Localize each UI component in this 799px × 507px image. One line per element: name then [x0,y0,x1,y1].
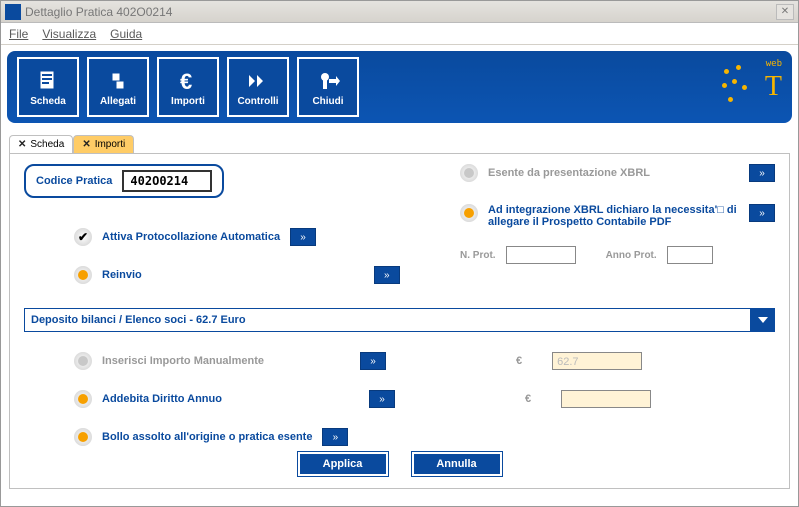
document-icon [35,68,61,94]
close-icon: ✕ [82,139,90,150]
toolbar-importi-button[interactable]: € Importi [157,57,219,117]
input-anno-prot[interactable] [667,246,713,264]
input-n-prot[interactable] [506,246,576,264]
annulla-button[interactable]: Annulla [412,452,502,476]
go-integrazione-button[interactable]: » [749,204,775,222]
menubar: File Visualizza Guida [1,23,798,45]
radio-integrazione-xbrl[interactable] [460,204,478,222]
radio-addebita-diritto[interactable] [74,390,92,408]
tab-scheda[interactable]: ✕ Scheda [9,135,73,153]
euro-symbol-2: € [525,393,531,405]
app-icon [5,4,21,20]
label-n-prot: N. Prot. [460,250,496,261]
amount-input-1[interactable]: 62.7 [552,352,642,370]
euro-icon: € [175,68,201,94]
close-icon: ✕ [18,139,26,150]
toolbar-logo: web T [722,57,782,117]
chevron-down-icon [758,315,768,325]
applica-button[interactable]: Applica [298,452,388,476]
radio-reinvio[interactable] [74,266,92,284]
exit-icon [315,68,341,94]
combo-deposito[interactable]: Deposito bilanci / Elenco soci - 62.7 Eu… [24,308,751,332]
toolbar-controlli-button[interactable]: Controlli [227,57,289,117]
label-addebita-diritto: Addebita Diritto Annuo [102,393,222,405]
label-anno-prot: Anno Prot. [606,250,657,261]
menu-guida[interactable]: Guida [110,27,142,41]
go-esente-button[interactable]: » [749,164,775,182]
toolbar-chiudi-button[interactable]: Chiudi [297,57,359,117]
label-reinvio: Reinvio [102,269,142,281]
forward-icon [245,68,271,94]
radio-bollo-assolto[interactable] [74,428,92,446]
tab-panel: Codice Pratica 402O0214 Esente da presen… [9,153,790,489]
combo-dropdown-button[interactable] [751,308,775,332]
go-inserisci-button[interactable]: » [360,352,386,370]
codice-pratica-value: 402O0214 [122,170,212,192]
label-bollo-assolto: Bollo assolto all'origine o pratica esen… [102,431,312,443]
amount-input-2[interactable] [561,390,651,408]
label-attiva-protocollazione: Attiva Protocollazione Automatica [102,231,280,243]
toolbar-allegati-button[interactable]: Allegati [87,57,149,117]
label-integrazione-xbrl: Ad integrazione XBRL dichiaro la necessi… [488,204,743,228]
attachment-icon [105,68,131,94]
codice-pratica-badge: Codice Pratica 402O0214 [24,164,224,198]
titlebar: Dettaglio Pratica 402O0214 ✕ [1,1,798,23]
go-addebita-button[interactable]: » [369,390,395,408]
menu-file[interactable]: File [9,27,28,41]
tabstrip: ✕ Scheda ✕ Importi [9,131,790,153]
close-window-button[interactable]: ✕ [776,4,794,20]
menu-visualizza[interactable]: Visualizza [42,27,96,41]
go-reinvio-button[interactable]: » [374,266,400,284]
go-bollo-button[interactable]: » [322,428,348,446]
svg-text:€: € [180,69,192,93]
window-title: Dettaglio Pratica 402O0214 [25,5,172,19]
tab-importi[interactable]: ✕ Importi [73,135,134,153]
euro-symbol-1: € [516,355,522,367]
label-inserisci-manualmente: Inserisci Importo Manualmente [102,355,264,367]
toolbar: Scheda Allegati € Importi Controlli [7,51,792,123]
radio-inserisci-manualmente[interactable] [74,352,92,370]
go-protocollazione-button[interactable]: » [290,228,316,246]
toolbar-scheda-button[interactable]: Scheda [17,57,79,117]
radio-attiva-protocollazione[interactable] [74,228,92,246]
label-esente-xbrl: Esente da presentazione XBRL [488,167,650,179]
radio-esente-xbrl[interactable] [460,164,478,182]
